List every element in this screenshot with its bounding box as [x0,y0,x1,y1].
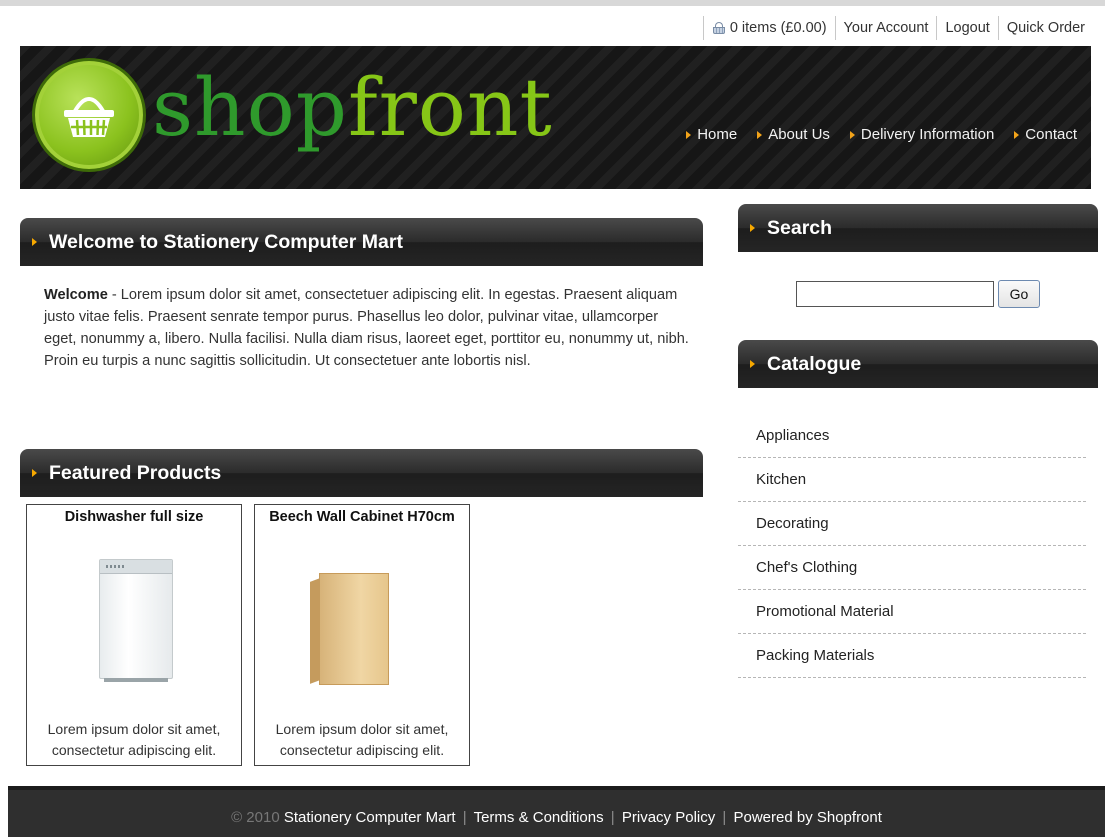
catalogue-item-packing-materials[interactable]: Packing Materials [738,634,1086,678]
arrow-right-icon [32,469,37,477]
welcome-heading: Welcome to Stationery Computer Mart [49,230,403,253]
nav-label: Delivery Information [860,126,995,143]
site-header: shopfront Home About Us Delivery Informa… [20,46,1091,189]
search-form: Go [796,280,1040,308]
welcome-body: - Lorem ipsum dolor sit amet, consectetu… [44,287,689,369]
footer-separator: | [722,809,727,826]
catalogue-heading: Catalogue [767,352,862,375]
cart-summary-text: 0 items (£0.00) [729,20,827,36]
product-title[interactable]: Dishwasher full size [27,509,241,525]
arrow-right-icon [757,130,763,139]
featured-heading-bar: Featured Products [20,449,703,497]
welcome-lead: Welcome [44,287,108,303]
nav-about-us[interactable]: About Us [757,126,830,143]
copyright-text: © 2010 [231,809,280,826]
your-account-link[interactable]: Your Account [834,16,937,40]
footer-privacy-link[interactable]: Privacy Policy [622,809,715,826]
logo-basket-badge [32,58,146,172]
catalogue-item-chefs-clothing[interactable]: Chef's Clothing [738,546,1086,590]
catalogue-heading-bar: Catalogue [738,340,1098,388]
catalogue-list: Appliances Kitchen Decorating Chef's Clo… [738,414,1086,678]
welcome-heading-bar: Welcome to Stationery Computer Mart [20,218,703,266]
nav-label: Contact [1025,126,1077,143]
featured-heading: Featured Products [49,461,222,484]
catalogue-item-kitchen[interactable]: Kitchen [738,458,1086,502]
quick-order-link[interactable]: Quick Order [997,16,1093,40]
dishwasher-image[interactable] [27,539,241,689]
utility-bar: 0 items (£0.00) Your Account Logout Quic… [702,16,1093,40]
arrow-right-icon [750,224,755,232]
cabinet-image[interactable] [255,539,469,689]
catalogue-item-promotional-material[interactable]: Promotional Material [738,590,1086,634]
nav-contact[interactable]: Contact [1014,126,1077,143]
search-input[interactable] [796,281,994,307]
footer-company-link[interactable]: Stationery Computer Mart [284,809,456,826]
nav-home[interactable]: Home [686,126,737,143]
logo-wordmark-part1: shop [152,61,348,154]
window-top-border [0,0,1105,6]
arrow-right-icon [750,360,755,368]
logo-wordmark: shopfront [152,58,553,158]
welcome-text: Welcome - Lorem ipsum dolor sit amet, co… [44,284,694,372]
nav-label: Home [697,126,738,143]
search-heading: Search [767,216,833,239]
site-footer: © 2010 Stationery Computer Mart | Terms … [8,786,1105,837]
product-title[interactable]: Beech Wall Cabinet H70cm [255,509,469,525]
main-navigation: Home About Us Delivery Information Conta… [686,126,1077,143]
product-card[interactable]: Dishwasher full size Lorem ipsum dolor s… [26,504,242,766]
catalogue-item-decorating[interactable]: Decorating [738,502,1086,546]
basket-icon [712,22,726,34]
footer-separator: | [610,809,615,826]
catalogue-item-appliances[interactable]: Appliances [738,414,1086,458]
logo-wordmark-part2: front [347,61,553,154]
footer-powered-link[interactable]: Powered by Shopfront [733,809,881,826]
footer-separator: | [462,809,467,826]
arrow-right-icon [849,130,855,139]
product-description: Lorem ipsum dolor sit amet, consectetur … [275,721,449,758]
logout-link[interactable]: Logout [936,16,997,40]
cart-summary-link[interactable]: 0 items (£0.00) [702,16,835,40]
site-logo[interactable]: shopfront [32,58,552,176]
arrow-right-icon [32,238,37,246]
product-description: Lorem ipsum dolor sit amet, consectetur … [47,721,221,758]
arrow-right-icon [1014,130,1020,139]
search-heading-bar: Search [738,204,1098,252]
arrow-right-icon [686,130,692,139]
search-go-button[interactable]: Go [998,280,1040,308]
nav-delivery-information[interactable]: Delivery Information [849,126,995,143]
nav-label: About Us [768,126,830,143]
footer-terms-link[interactable]: Terms & Conditions [474,809,604,826]
shopping-basket-icon [64,97,114,137]
product-card[interactable]: Beech Wall Cabinet H70cm Lorem ipsum dol… [254,504,470,766]
